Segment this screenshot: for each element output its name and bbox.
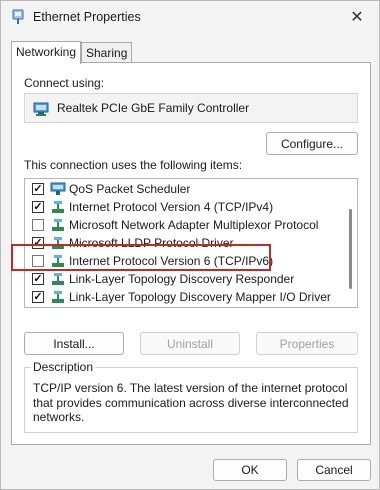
ethernet-port-icon [12,9,24,24]
checkbox-multiplexor[interactable] [32,219,44,231]
tab-networking[interactable]: Networking [11,41,82,64]
items-label: This connection uses the following items… [24,158,243,172]
description-group: Description TCP/IP version 6. The latest… [24,360,358,433]
highlight-box [11,244,271,271]
close-button[interactable]: ✕ [337,1,377,33]
item-label: Internet Protocol Version 4 (TCP/IPv4) [69,200,274,214]
checkbox-qos[interactable]: ✓ [32,183,44,195]
adapter-name: Realtek PCIe GbE Family Controller [57,101,250,115]
item-label: QoS Packet Scheduler [69,182,191,196]
description-legend: Description [31,360,96,374]
window-title: Ethernet Properties [33,10,141,24]
list-item[interactable]: ✓ Link-Layer Topology Discovery Responde… [25,270,343,288]
connection-items-list[interactable]: ✓ QoS Packet Scheduler ✓ Internet Protoc… [24,178,358,308]
tab-sharing[interactable]: Sharing [81,42,133,63]
checkbox-ipv4[interactable]: ✓ [32,201,44,213]
adapter-box: Realtek PCIe GbE Family Controller [24,93,358,123]
cancel-button[interactable]: Cancel [297,459,371,481]
list-item[interactable]: ✓ QoS Packet Scheduler [25,180,343,198]
uninstall-button[interactable]: Uninstall [140,332,240,355]
title-bar[interactable]: Ethernet Properties ✕ [1,1,379,33]
configure-button[interactable]: Configure... [266,132,358,155]
description-text: TCP/IP version 6. The latest version of … [33,381,349,424]
install-button[interactable]: Install... [24,332,124,355]
checkbox-lltd-responder[interactable]: ✓ [32,273,44,285]
item-label: Microsoft Network Adapter Multiplexor Pr… [69,218,319,232]
connect-using-label: Connect using: [24,76,105,90]
ok-button[interactable]: OK [213,459,287,481]
list-scrollbar[interactable] [349,209,352,289]
protocol-icon [52,291,64,303]
ethernet-properties-dialog: Ethernet Properties ✕ Networking Sharing… [0,0,380,490]
qos-scheduler-icon [50,182,66,195]
item-label: Link-Layer Topology Discovery Responder [69,272,295,286]
list-item[interactable]: Microsoft Network Adapter Multiplexor Pr… [25,216,343,234]
protocol-icon [52,201,64,213]
protocol-icon [52,273,64,285]
protocol-icon [52,219,64,231]
item-label: Link-Layer Topology Discovery Mapper I/O… [69,290,331,304]
network-adapter-icon [33,102,49,116]
close-icon: ✕ [350,9,364,26]
list-item[interactable]: ✓ Internet Protocol Version 4 (TCP/IPv4) [25,198,343,216]
list-item[interactable]: ✓ Link-Layer Topology Discovery Mapper I… [25,288,343,306]
checkbox-lltd-mapper[interactable]: ✓ [32,291,44,303]
properties-button[interactable]: Properties [256,332,358,355]
